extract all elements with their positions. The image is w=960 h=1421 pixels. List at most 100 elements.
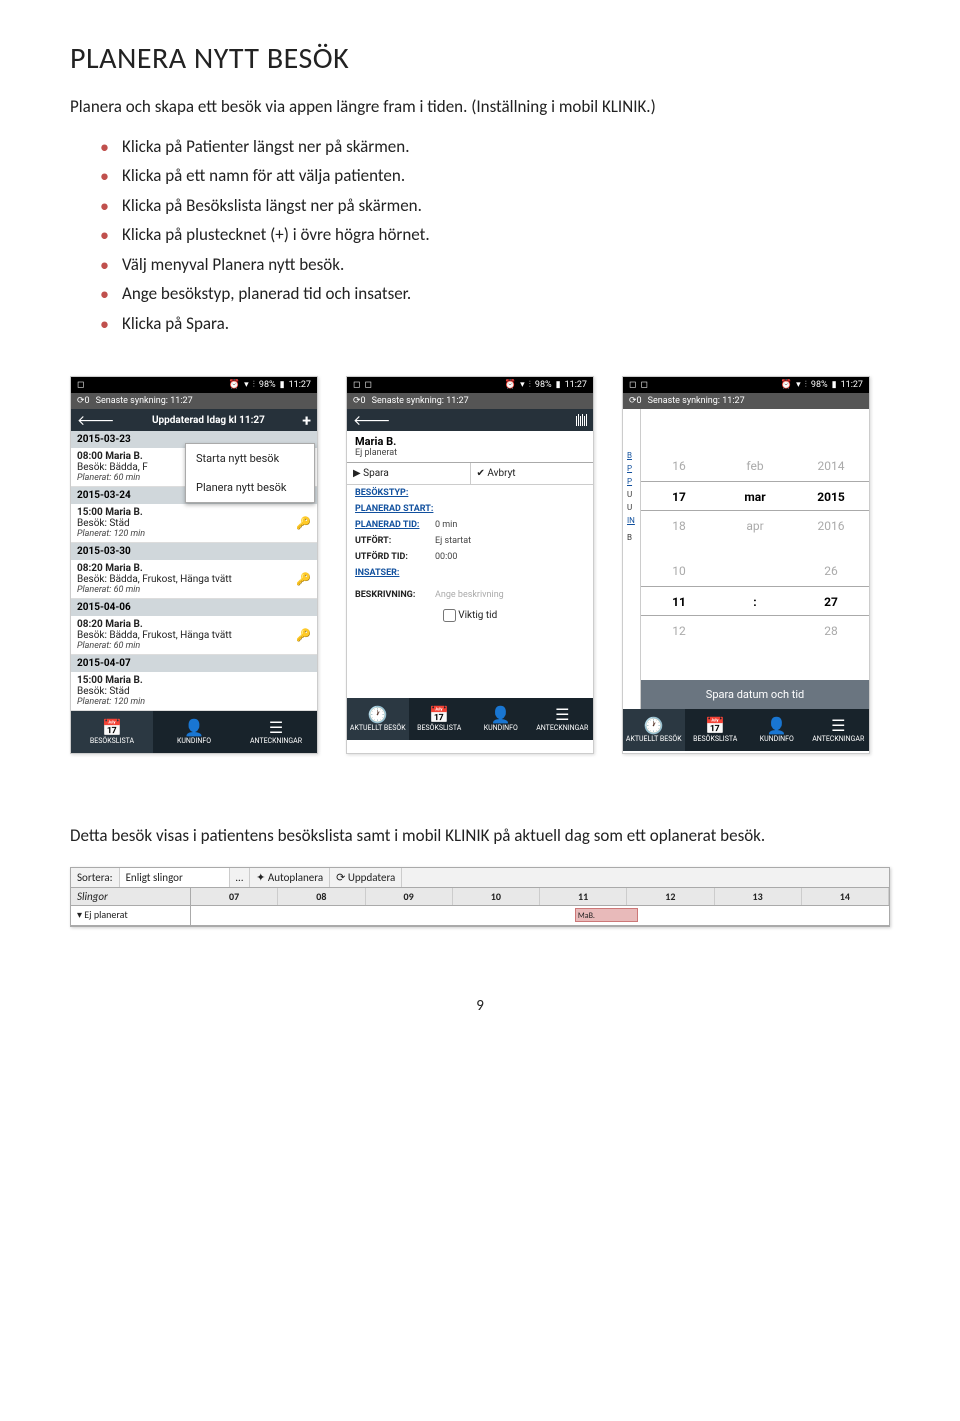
topbar-title: Uppdaterad Idag kl 11:27 xyxy=(152,415,265,426)
visit-type-link[interactable]: BESÖKSTYP: xyxy=(355,488,435,498)
step-item: Klicka på plustecknet (+) i övre högra h… xyxy=(100,222,890,248)
check-icon: ✔ xyxy=(477,468,488,479)
notes-icon: ☰ xyxy=(269,720,283,736)
notification-icon: ◻ xyxy=(364,380,371,390)
nav-notes[interactable]: ☰ANTECKNINGAR xyxy=(532,698,594,740)
screenshot-datetime-picker: ◻◻ ⏰ ▾ ⫶ 98% ▮ 11:27 ⟳ 0 Senaste synknin… xyxy=(622,376,870,754)
back-icon[interactable]: 🡐 xyxy=(77,412,115,429)
nav-current[interactable]: 🕐AKTUELLT BESÖK xyxy=(623,709,685,751)
visit-item[interactable]: 08:20 Maria B. Besök: Bädda, Frukost, Hä… xyxy=(71,616,317,655)
signal-icon: ⫶ xyxy=(805,380,807,390)
performed-label: UTFÖRT: xyxy=(355,536,435,546)
status-time: 11:27 xyxy=(289,380,311,390)
key-icon: 🔑 xyxy=(296,516,311,530)
screenshot-visit-list: ◻ ⏰ ▾ ⫶ 98% ▮ 11:27 ⟳ 0 Senaste synkning… xyxy=(70,376,318,754)
menu-start-visit[interactable]: Starta nytt besök xyxy=(186,444,314,473)
barcode-icon[interactable] xyxy=(576,414,587,426)
date-header: 2015-04-07 xyxy=(71,655,317,672)
refresh-icon: ⟳ xyxy=(336,871,348,884)
signal-icon: ⫶ xyxy=(253,380,255,390)
sort-select[interactable]: Enligt slingor xyxy=(120,868,230,887)
nav-customer[interactable]: 👤KUNDINFO xyxy=(746,709,808,751)
steps-list: Klicka på Patienter längst ner på skärme… xyxy=(70,134,890,337)
nav-notes[interactable]: ☰ANTECKNINGAR xyxy=(235,711,317,753)
menu-plan-visit[interactable]: Planera nytt besök xyxy=(186,473,314,502)
save-button[interactable]: ▶ Spara xyxy=(347,463,471,484)
sparkle-icon: ✦ xyxy=(256,871,268,884)
calendar-icon: 📅 xyxy=(102,720,122,736)
add-button[interactable]: + xyxy=(302,411,311,430)
important-time-label: Viktig tid xyxy=(458,610,497,621)
key-icon: 🔑 xyxy=(296,628,311,642)
play-icon: ▶ xyxy=(353,468,363,479)
alarm-icon: ⏰ xyxy=(505,380,516,390)
sync-count: 0 xyxy=(85,396,90,406)
add-menu-popup: Starta nytt besök Planera nytt besök xyxy=(185,443,315,503)
back-icon[interactable]: 🡐 xyxy=(353,412,391,429)
calendar-icon: 📅 xyxy=(705,718,725,734)
notes-icon: ☰ xyxy=(831,718,845,734)
key-icon: 🔑 xyxy=(296,572,311,586)
autoplan-button[interactable]: ✦ Autoplanera xyxy=(250,868,330,887)
footer-note: Detta besök visas i patientens besökslis… xyxy=(70,824,890,849)
nav-visitlist[interactable]: 📅BESÖKSLISTA xyxy=(685,709,747,751)
notification-icon: ◻ xyxy=(77,380,84,390)
page-number: 9 xyxy=(70,997,890,1015)
clock-icon: 🕐 xyxy=(368,707,388,723)
screenshot-plan-form: ◻◻ ⏰ ▾ ⫶ 98% ▮ 11:27 ⟳ 0 Senaste synknin… xyxy=(346,376,594,754)
wifi-icon: ▾ xyxy=(244,380,249,390)
refresh-icon[interactable]: ⟳ xyxy=(353,396,361,406)
refresh-icon[interactable]: ⟳ xyxy=(77,396,85,406)
nav-visitlist[interactable]: 📅BESÖKSLISTA xyxy=(71,711,153,753)
battery-icon: ▮ xyxy=(556,380,561,390)
update-button[interactable]: ⟳ Uppdatera xyxy=(330,868,402,887)
gantt-row-unplanned[interactable]: ▾ Ej planerat xyxy=(71,906,191,925)
notification-icon: ◻ xyxy=(640,380,647,390)
visit-item[interactable]: 15:00 Maria B. Besök: Städ Planerat: 120… xyxy=(71,672,317,711)
date-header: 2015-04-06 xyxy=(71,599,317,616)
nav-customer[interactable]: 👤KUNDINFO xyxy=(153,711,235,753)
refresh-icon[interactable]: ⟳ xyxy=(629,396,637,406)
step-item: Klicka på ett namn för att välja patient… xyxy=(100,163,890,189)
notification-icon: ◻ xyxy=(353,380,360,390)
step-item: Välj menyval Planera nytt besök. xyxy=(100,252,890,278)
gantt-panel: Sortera: Enligt slingor … ✦ Autoplanera … xyxy=(70,867,890,927)
datetime-picker[interactable]: 16feb2014 17mar2015 18apr2016 1026 11:27… xyxy=(641,409,869,709)
alarm-icon: ⏰ xyxy=(781,380,792,390)
status-left-icons: ◻ xyxy=(77,380,84,390)
signal-icon: ⫶ xyxy=(529,380,531,390)
description-placeholder[interactable]: Ange beskrivning xyxy=(435,590,585,600)
patient-name: Maria B. xyxy=(355,435,585,448)
clock-icon: 🕐 xyxy=(644,718,664,734)
important-time-checkbox[interactable] xyxy=(443,609,456,622)
page-title: PLANERA NYTT BESÖK xyxy=(70,40,890,77)
plan-status: Ej planerat xyxy=(355,448,585,458)
calendar-icon: 📅 xyxy=(429,707,449,723)
person-icon: 👤 xyxy=(767,718,787,734)
notification-icon: ◻ xyxy=(629,380,636,390)
step-item: Klicka på Besökslista längst ner på skär… xyxy=(100,193,890,219)
person-icon: 👤 xyxy=(491,707,511,723)
description-label: BESKRIVNING: xyxy=(355,590,435,600)
sort-label: Sortera: xyxy=(71,868,120,887)
step-item: Ange besökstyp, planerad tid och insatse… xyxy=(100,281,890,307)
performed-time-label: UTFÖRD TID: xyxy=(355,552,435,562)
planned-time-link[interactable]: PLANERAD TID: xyxy=(355,520,435,530)
planned-start-link[interactable]: PLANERAD START: xyxy=(355,504,435,514)
nav-customer[interactable]: 👤KUNDINFO xyxy=(470,698,532,740)
gantt-loops-header: Slingor xyxy=(71,888,191,905)
sync-label: Senaste synkning: 11:27 xyxy=(96,396,193,406)
actions-link[interactable]: INSATSER: xyxy=(355,568,435,578)
nav-notes[interactable]: ☰ANTECKNINGAR xyxy=(808,709,870,751)
visit-item[interactable]: 15:00 Maria B. Besök: Städ Planerat: 120… xyxy=(71,504,317,543)
visit-item[interactable]: 08:20 Maria B. Besök: Bädda, Frukost, Hä… xyxy=(71,560,317,599)
battery-level: 98% xyxy=(259,380,276,390)
sort-more-button[interactable]: … xyxy=(230,868,251,887)
step-item: Klicka på Patienter längst ner på skärme… xyxy=(100,134,890,160)
cancel-button[interactable]: ✔ Avbryt xyxy=(471,463,594,484)
save-datetime-button[interactable]: Spara datum och tid xyxy=(641,680,869,709)
nav-current[interactable]: 🕐AKTUELLT BESÖK xyxy=(347,698,409,740)
notes-icon: ☰ xyxy=(555,707,569,723)
nav-visitlist[interactable]: 📅BESÖKSLISTA xyxy=(409,698,471,740)
gantt-visit-block[interactable]: MaB. xyxy=(575,908,638,922)
